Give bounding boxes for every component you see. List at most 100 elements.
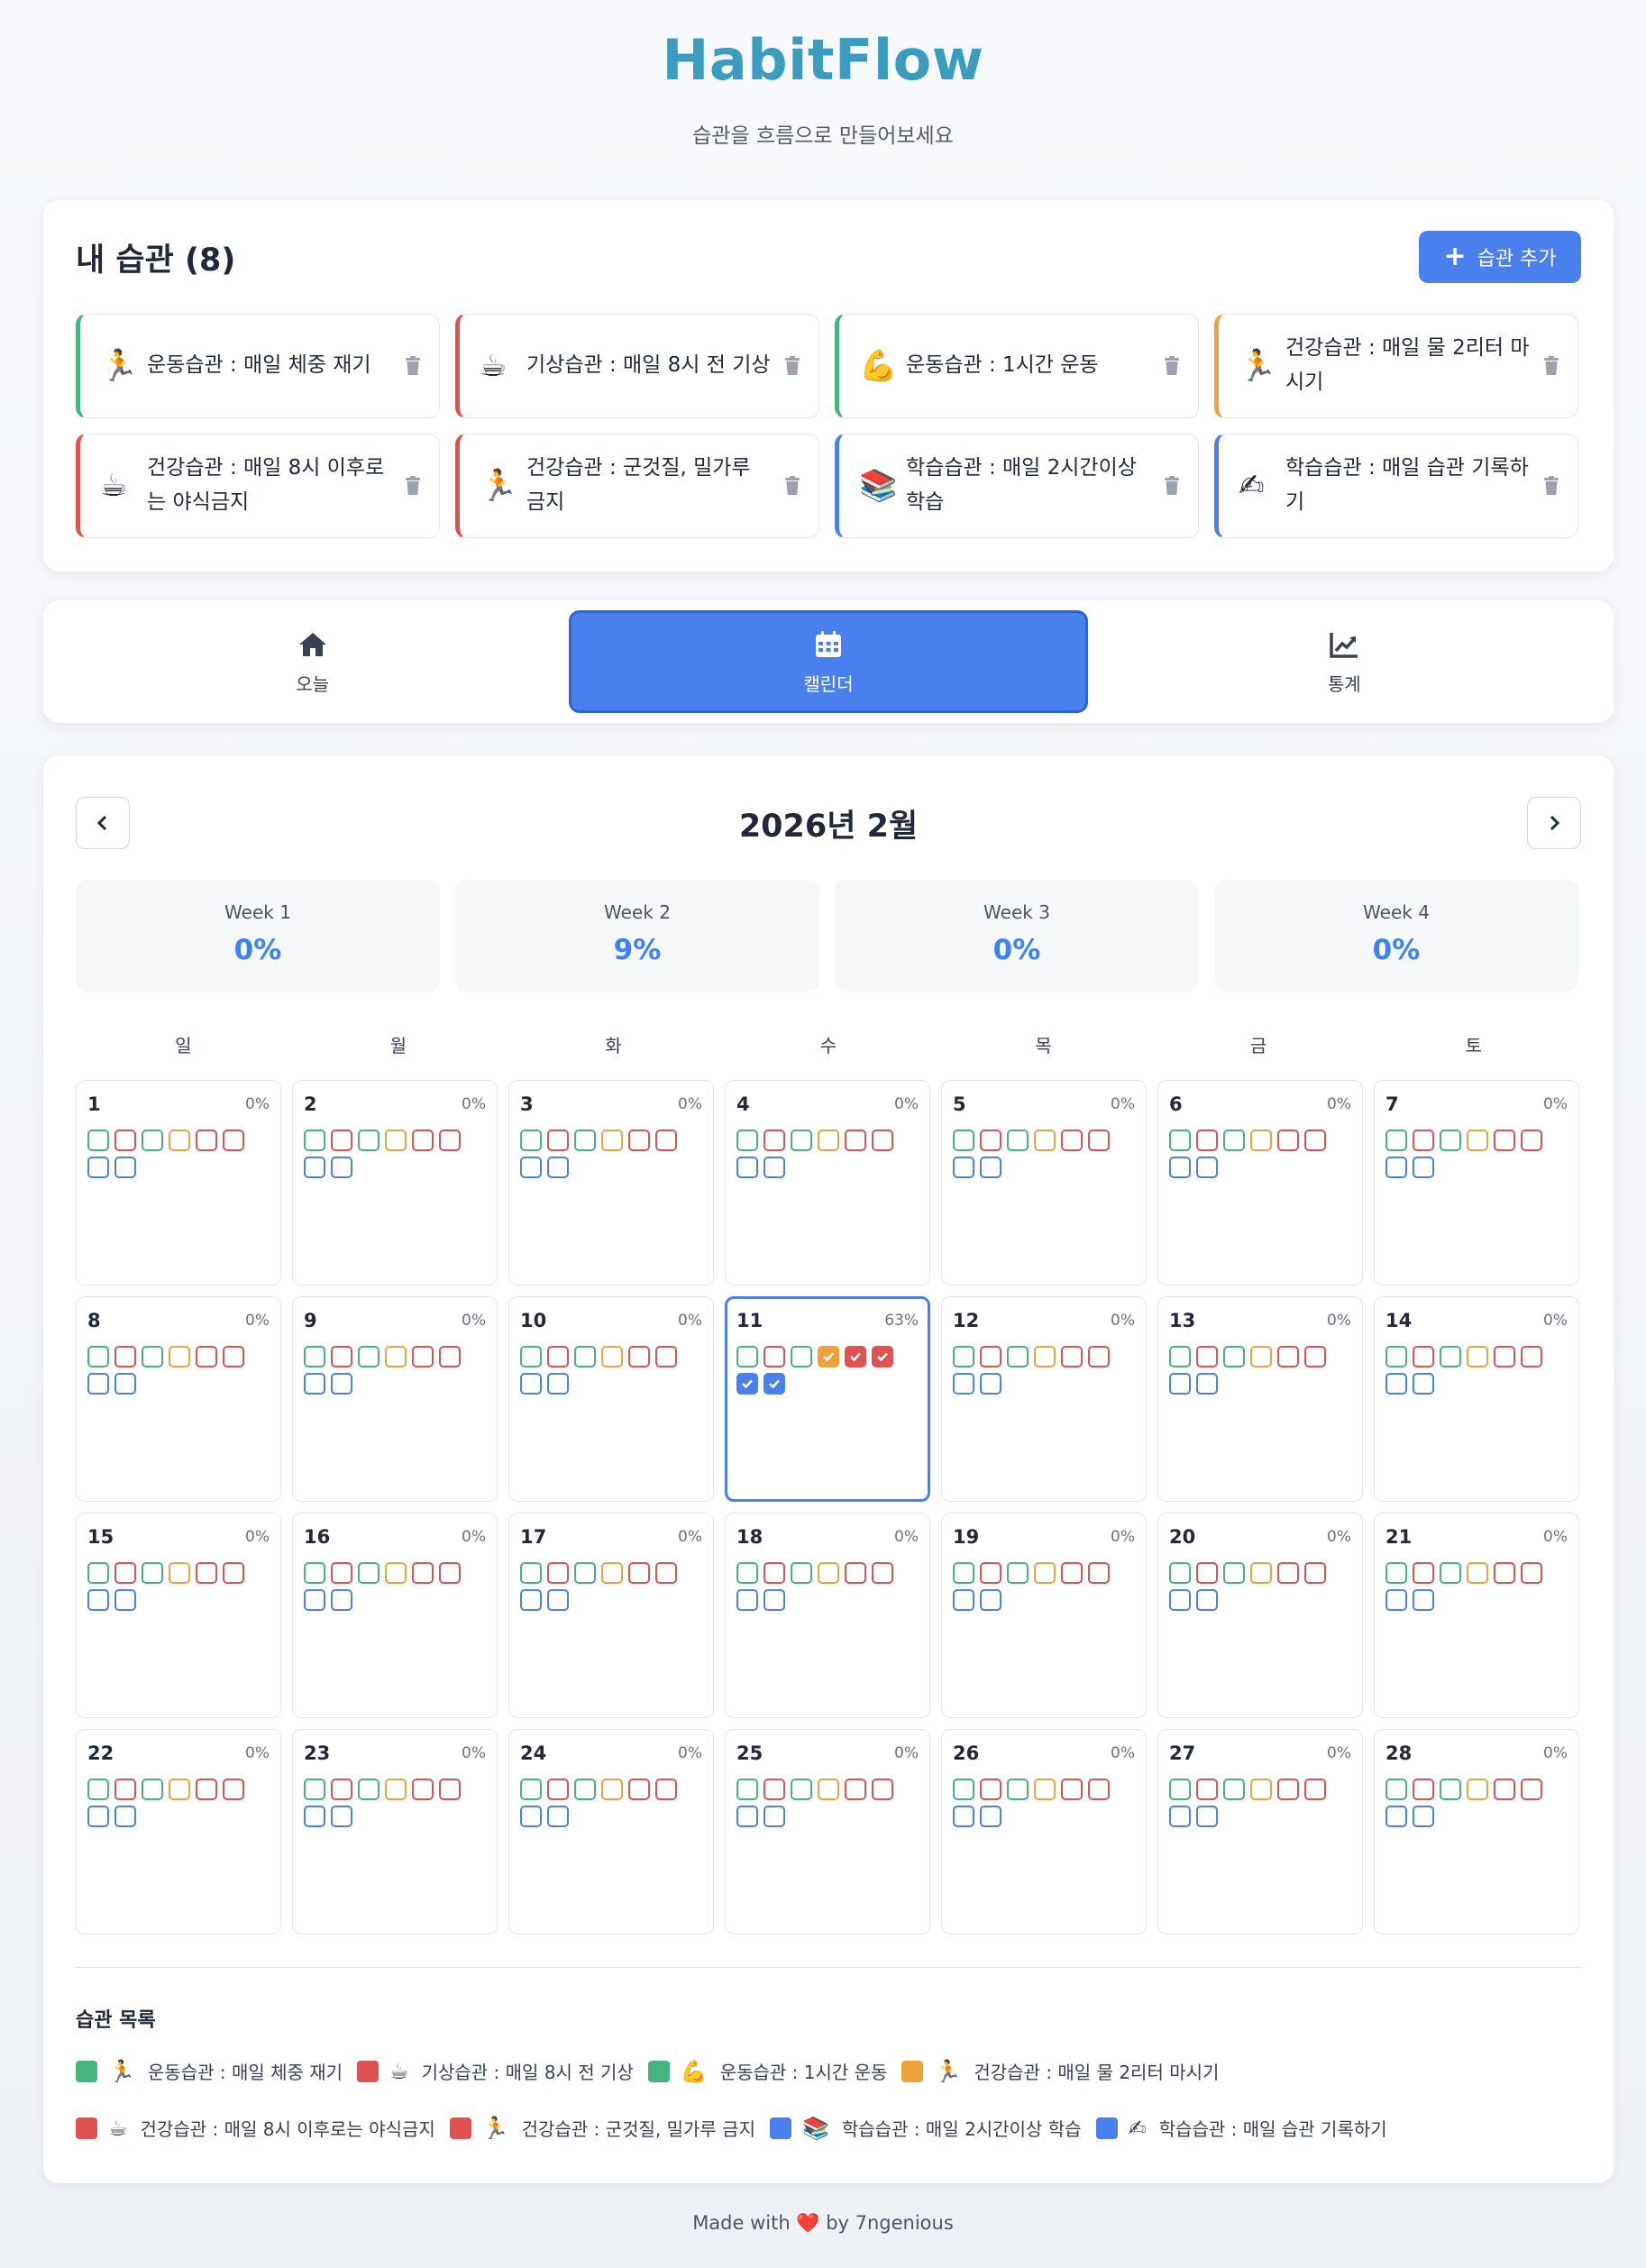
habit-checkbox[interactable] (1494, 1779, 1515, 1800)
habit-checkbox[interactable] (980, 1346, 1001, 1367)
habit-checkbox[interactable] (87, 1346, 109, 1367)
calendar-day[interactable]: 5 0% (941, 1080, 1147, 1285)
habit-checkbox[interactable] (1413, 1346, 1434, 1367)
habit-checkbox[interactable] (358, 1129, 379, 1151)
habit-checkbox[interactable] (1169, 1589, 1191, 1611)
habit-checkbox[interactable] (872, 1562, 893, 1584)
habit-checkbox[interactable] (1440, 1346, 1461, 1367)
prev-month-button[interactable] (76, 797, 130, 849)
habit-checkbox[interactable] (520, 1806, 542, 1827)
habit-checkbox[interactable] (1277, 1129, 1299, 1151)
habit-checkbox[interactable] (1467, 1779, 1488, 1800)
calendar-day[interactable]: 14 0% (1374, 1296, 1579, 1502)
habit-checkbox[interactable] (439, 1129, 461, 1151)
habit-checkbox[interactable] (1413, 1589, 1434, 1611)
habit-checkbox[interactable] (1007, 1562, 1029, 1584)
habit-checkbox[interactable] (1088, 1129, 1110, 1151)
habit-checkbox[interactable] (1088, 1562, 1110, 1584)
habit-checkbox[interactable] (1413, 1157, 1434, 1178)
next-month-button[interactable] (1526, 797, 1581, 849)
habit-checkbox[interactable] (736, 1346, 758, 1367)
habit-checkbox[interactable] (953, 1346, 974, 1367)
habit-checkbox[interactable] (1413, 1129, 1434, 1151)
habit-checkbox[interactable] (385, 1562, 407, 1584)
habit-checkbox[interactable] (1169, 1129, 1191, 1151)
habit-checkbox[interactable] (1413, 1562, 1434, 1584)
habit-checkbox[interactable] (1196, 1562, 1218, 1584)
habit-checkbox[interactable] (547, 1562, 569, 1584)
habit-checkbox[interactable] (223, 1129, 244, 1151)
habit-checkbox[interactable] (1223, 1779, 1245, 1800)
calendar-day[interactable]: 2 0% (292, 1080, 498, 1285)
habit-checkbox[interactable] (520, 1589, 542, 1611)
habit-checkbox[interactable] (980, 1157, 1001, 1178)
habit-checkbox[interactable] (169, 1346, 190, 1367)
habit-checkbox[interactable] (628, 1779, 650, 1800)
calendar-day[interactable]: 13 0% (1157, 1296, 1363, 1502)
habit-checkbox[interactable] (655, 1346, 677, 1367)
habit-checkbox[interactable] (872, 1129, 893, 1151)
habit-checkbox[interactable] (1061, 1562, 1083, 1584)
habit-checkbox[interactable] (304, 1373, 325, 1395)
habit-checkbox[interactable] (1304, 1129, 1326, 1151)
habit-checkbox[interactable] (114, 1346, 136, 1367)
habit-checkbox[interactable] (1061, 1346, 1083, 1367)
habit-checkbox[interactable] (304, 1562, 325, 1584)
habit-checkbox[interactable] (736, 1779, 758, 1800)
habit-checkbox[interactable] (1467, 1346, 1488, 1367)
habit-checkbox[interactable] (331, 1373, 352, 1395)
habit-card[interactable]: 📚 학습습관 : 매일 2시간이상 학습 (835, 434, 1199, 538)
habit-checkbox[interactable] (547, 1346, 569, 1367)
habit-checkbox[interactable] (845, 1779, 866, 1800)
habit-checkbox[interactable] (412, 1562, 434, 1584)
habit-checkbox[interactable] (1223, 1129, 1245, 1151)
habit-checkbox[interactable] (1196, 1806, 1218, 1827)
calendar-day[interactable]: 27 0% (1157, 1729, 1363, 1934)
habit-checkbox[interactable] (1277, 1779, 1299, 1800)
habit-checkbox[interactable] (1169, 1373, 1191, 1395)
habit-checkbox[interactable] (818, 1779, 839, 1800)
habit-checkbox[interactable] (114, 1157, 136, 1178)
habit-checkbox[interactable] (574, 1129, 596, 1151)
habit-checkbox[interactable] (1061, 1779, 1083, 1800)
habit-checkbox[interactable] (764, 1806, 785, 1827)
calendar-day[interactable]: 22 0% (76, 1729, 281, 1934)
habit-checkbox[interactable] (1385, 1589, 1407, 1611)
habit-checkbox[interactable] (1385, 1373, 1407, 1395)
habit-checkbox[interactable] (953, 1373, 974, 1395)
habit-checkbox[interactable] (1007, 1779, 1029, 1800)
habit-checkbox[interactable] (736, 1806, 758, 1827)
habit-checkbox[interactable] (574, 1779, 596, 1800)
habit-checkbox[interactable] (818, 1346, 839, 1367)
habit-card[interactable]: 💪 운동습관 : 1시간 운동 (835, 314, 1199, 418)
trash-icon[interactable] (1543, 356, 1559, 376)
calendar-day[interactable]: 1 0% (76, 1080, 281, 1285)
habit-checkbox[interactable] (953, 1157, 974, 1178)
habit-checkbox[interactable] (1413, 1806, 1434, 1827)
habit-checkbox[interactable] (980, 1562, 1001, 1584)
habit-checkbox[interactable] (1385, 1346, 1407, 1367)
habit-checkbox[interactable] (601, 1129, 623, 1151)
habit-checkbox[interactable] (980, 1129, 1001, 1151)
habit-checkbox[interactable] (791, 1562, 812, 1584)
habit-checkbox[interactable] (547, 1589, 569, 1611)
habit-checkbox[interactable] (980, 1779, 1001, 1800)
calendar-day[interactable]: 6 0% (1157, 1080, 1363, 1285)
habit-checkbox[interactable] (196, 1562, 217, 1584)
habit-checkbox[interactable] (304, 1157, 325, 1178)
habit-checkbox[interactable] (980, 1806, 1001, 1827)
habit-checkbox[interactable] (953, 1562, 974, 1584)
habit-checkbox[interactable] (331, 1562, 352, 1584)
habit-checkbox[interactable] (547, 1779, 569, 1800)
calendar-day[interactable]: 3 0% (508, 1080, 714, 1285)
habit-checkbox[interactable] (1223, 1562, 1245, 1584)
habit-checkbox[interactable] (520, 1562, 542, 1584)
habit-checkbox[interactable] (1413, 1779, 1434, 1800)
habit-checkbox[interactable] (412, 1346, 434, 1367)
habit-checkbox[interactable] (304, 1346, 325, 1367)
habit-checkbox[interactable] (1440, 1129, 1461, 1151)
trash-icon[interactable] (405, 356, 421, 376)
habit-checkbox[interactable] (872, 1346, 893, 1367)
habit-checkbox[interactable] (114, 1373, 136, 1395)
habit-card[interactable]: 🏃 건강습관 : 군것질, 밀가루 금지 (455, 434, 819, 538)
